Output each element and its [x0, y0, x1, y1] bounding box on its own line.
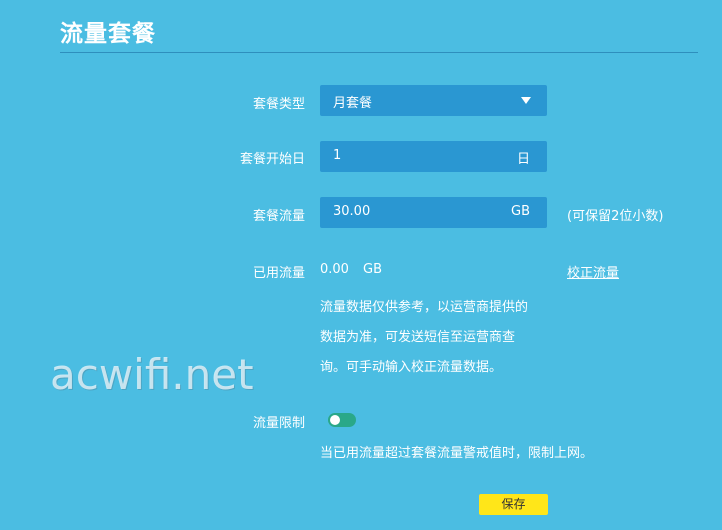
traffic-plan-page: 流量套餐 套餐类型 月套餐 套餐开始日 1 日 套餐流量 30.00 GB (可…: [0, 0, 722, 530]
used-traffic-unit: GB: [363, 262, 382, 277]
plan-traffic-unit: GB: [511, 204, 530, 219]
page-title: 流量套餐: [60, 21, 156, 47]
used-traffic-label: 已用流量: [252, 266, 305, 281]
used-traffic-note-line-2: 数据为准，可发送短信至运营商查: [320, 330, 516, 345]
save-button[interactable]: 保存: [479, 494, 548, 515]
toggle-knob: [330, 415, 340, 425]
plan-traffic-label: 套餐流量: [252, 209, 305, 224]
plan-traffic-input[interactable]: 30.00 GB: [320, 197, 547, 228]
used-traffic-note-line-3: 询。可手动输入校正流量数据。: [320, 360, 503, 375]
dropdown-caret-icon: [521, 97, 531, 104]
title-divider: [60, 52, 698, 53]
watermark-text: acwifi.net: [50, 350, 254, 399]
traffic-limit-toggle[interactable]: [328, 413, 356, 427]
used-traffic-note-line-1: 流量数据仅供参考，以运营商提供的: [320, 300, 529, 315]
start-day-value: 1: [333, 148, 342, 163]
used-traffic-value: 0.00: [320, 262, 349, 277]
plan-type-value: 月套餐: [333, 96, 373, 111]
start-day-input[interactable]: 1 日: [320, 141, 547, 172]
plan-traffic-hint: (可保留2位小数): [567, 209, 664, 224]
traffic-limit-note: 当已用流量超过套餐流量警戒值时，限制上网。: [320, 446, 594, 461]
plan-type-select[interactable]: 月套餐: [320, 85, 547, 116]
start-day-unit: 日: [516, 152, 530, 167]
traffic-limit-label: 流量限制: [252, 416, 305, 431]
correct-traffic-link[interactable]: 校正流量: [567, 262, 619, 281]
start-day-label: 套餐开始日: [239, 152, 305, 167]
plan-type-label: 套餐类型: [252, 97, 305, 112]
plan-traffic-value: 30.00: [333, 204, 371, 219]
